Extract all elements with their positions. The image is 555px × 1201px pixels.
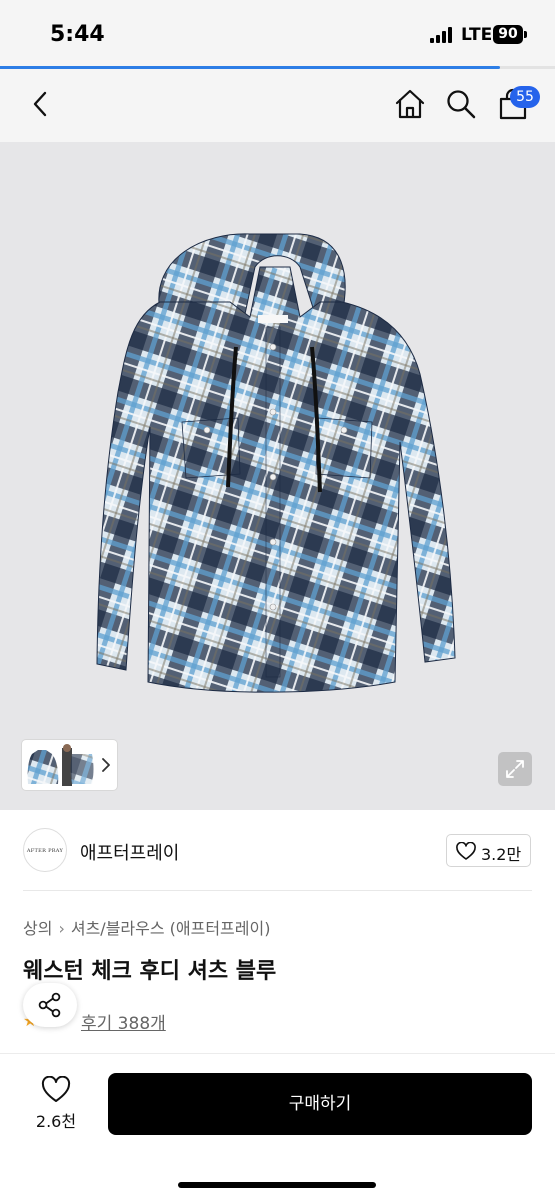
network-type: LTE xyxy=(461,25,493,45)
status-time: 5:44 xyxy=(50,22,105,47)
product-image xyxy=(0,142,555,810)
home-icon[interactable] xyxy=(393,87,427,121)
heart-icon xyxy=(456,842,476,860)
chevron-right-icon xyxy=(102,758,110,772)
cellular-signal-icon xyxy=(430,27,456,43)
brand-like-count: 3.2만 xyxy=(481,845,522,864)
expand-image-button[interactable] xyxy=(498,752,532,786)
home-indicator xyxy=(178,1182,376,1188)
product-image-gallery[interactable] xyxy=(0,142,555,810)
brand-row[interactable]: AFTER PRAY 애프터프레이 3.2만 xyxy=(0,810,555,890)
divider xyxy=(23,890,532,891)
battery-cap xyxy=(524,31,527,38)
nav-bar xyxy=(0,69,555,142)
share-icon xyxy=(38,992,61,1018)
status-bar: 5:44 LTE 90 xyxy=(0,0,555,66)
review-count-link[interactable]: 후기 388개 xyxy=(81,1009,166,1034)
thumbnail-strip[interactable] xyxy=(22,740,117,790)
product-title: 웨스턴 체크 후디 셔츠 블루 xyxy=(23,959,277,984)
buy-button[interactable]: 구매하기 xyxy=(108,1073,532,1135)
cart-count-badge[interactable]: 55 xyxy=(510,86,540,108)
battery-icon: 90 xyxy=(493,25,523,44)
brand-like-button[interactable]: 3.2만 xyxy=(446,834,531,867)
wishlist-count: 2.6천 xyxy=(35,1112,77,1131)
wishlist-button[interactable]: 2.6천 xyxy=(25,1074,87,1134)
breadcrumb-separator-icon: › xyxy=(58,919,65,938)
breadcrumb: 상의 › 셔츠/블라우스 (애프터프레이) xyxy=(23,915,270,939)
brand-logo[interactable]: AFTER PRAY xyxy=(23,828,67,872)
bottom-purchase-bar: 2.6천 구매하기 xyxy=(0,1053,555,1201)
share-button[interactable] xyxy=(23,983,77,1027)
search-icon[interactable] xyxy=(444,87,478,121)
back-chevron-icon[interactable] xyxy=(24,87,58,121)
expand-icon xyxy=(506,760,524,778)
breadcrumb-category[interactable]: 상의 xyxy=(23,919,52,938)
brand-name[interactable]: 애프터프레이 xyxy=(80,839,179,865)
heart-icon xyxy=(41,1076,71,1102)
breadcrumb-subcategory[interactable]: 셔츠/블라우스 (애프터프레이) xyxy=(71,919,271,938)
